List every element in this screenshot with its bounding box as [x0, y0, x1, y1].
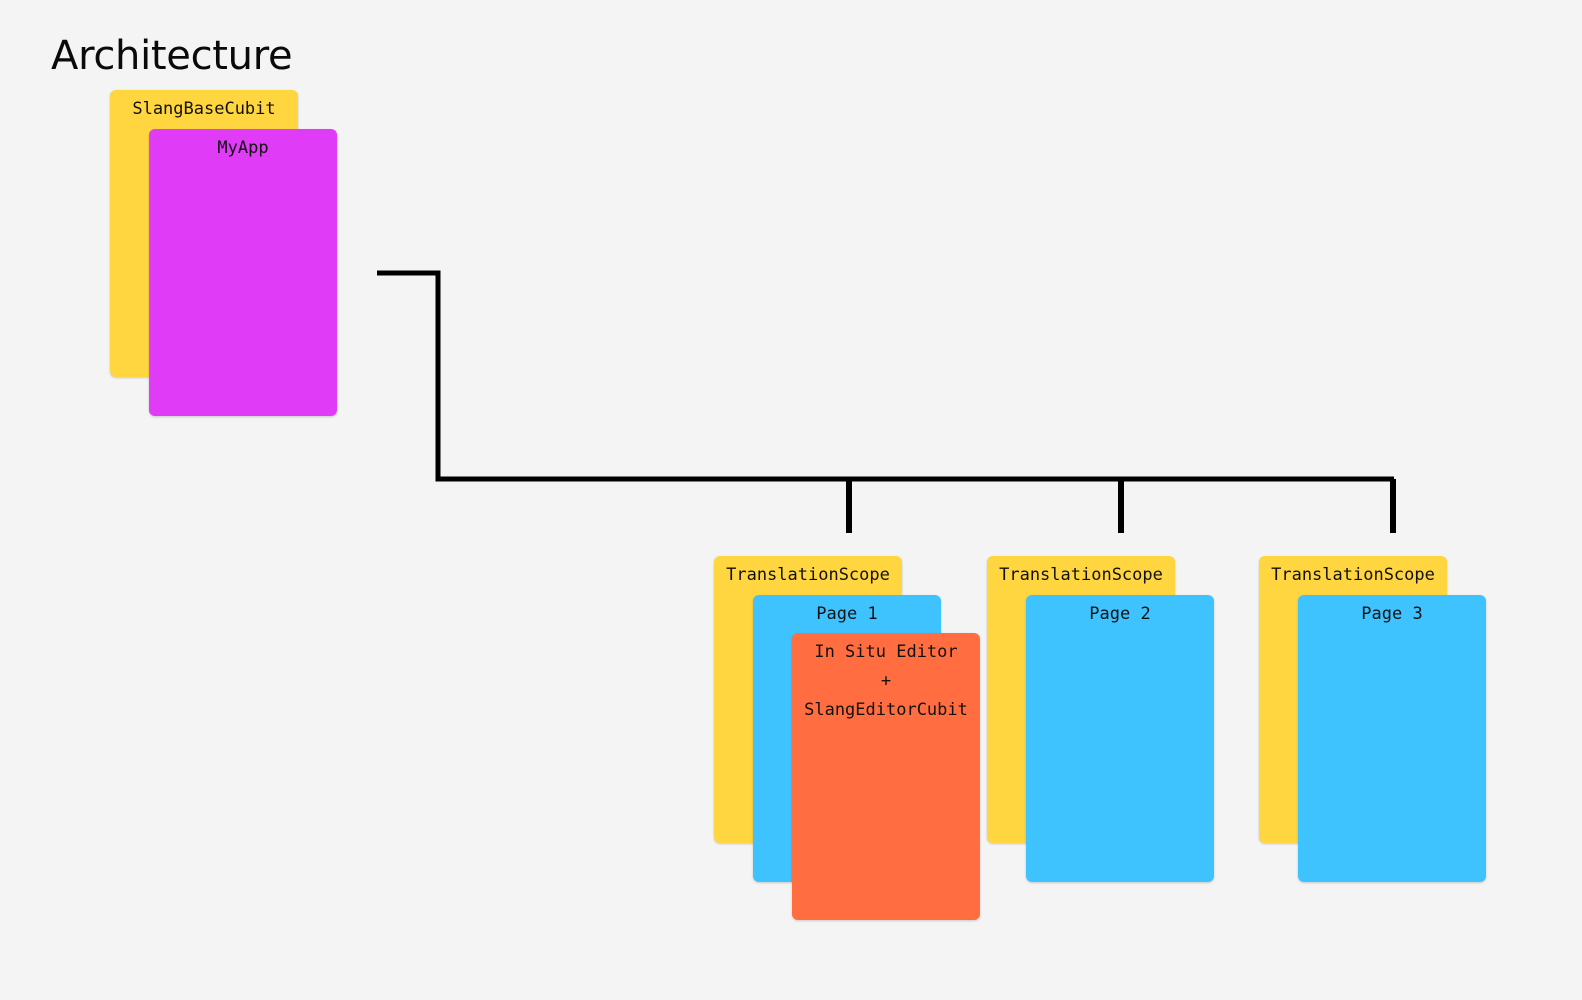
page-label-3: Page 3 — [1361, 604, 1423, 624]
my-app-card[interactable]: MyApp — [149, 129, 337, 416]
in-situ-editor-card[interactable]: In Situ Editor + SlangEditorCubit — [792, 633, 980, 920]
page-label-1: Page 1 — [816, 604, 878, 624]
root-connector — [377, 270, 1394, 482]
translation-scope-label-3: TranslationScope — [1271, 565, 1435, 585]
translation-scope-label-2: TranslationScope — [999, 565, 1163, 585]
translation-scope-label-1: TranslationScope — [726, 565, 890, 585]
my-app-label: MyApp — [217, 138, 269, 158]
page-card-2[interactable]: Page 2 — [1026, 595, 1214, 882]
editor-label-line-1: In Situ Editor — [814, 642, 958, 662]
editor-label-line-2: + — [880, 671, 892, 691]
slang-base-cubit-label: SlangBaseCubit — [132, 99, 276, 119]
editor-label-line-3: SlangEditorCubit — [804, 700, 968, 720]
page-label-2: Page 2 — [1089, 604, 1151, 624]
page-card-3[interactable]: Page 3 — [1298, 595, 1486, 882]
